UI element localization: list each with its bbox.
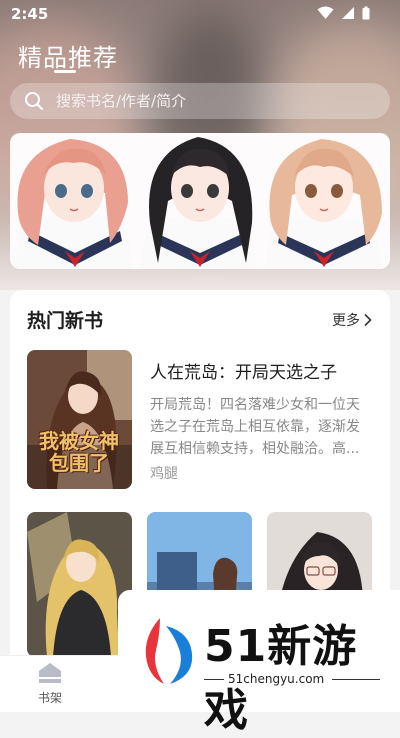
featured-book-cover[interactable]: 我被女神包围了: [27, 350, 132, 489]
watermark-divider: [332, 679, 380, 680]
chevron-right-icon: [364, 313, 372, 327]
featured-cover-title: 我被女神包围了: [39, 429, 119, 475]
title-underline: [54, 70, 76, 73]
banner-girl-black: [140, 137, 256, 269]
featured-book-description: 开局荒岛！四名落难少女和一位天选之子在荒岛上相互依靠，逐渐发展互相信赖支持，相处…: [150, 397, 360, 457]
search-input[interactable]: [56, 83, 376, 119]
site-watermark: 51新游戏 51chengyu.com: [118, 590, 400, 736]
more-label: 更多: [332, 313, 360, 329]
search-bar[interactable]: [10, 83, 390, 119]
nav-label: 书架: [37, 691, 62, 705]
banner-girl-pink: [14, 139, 132, 269]
bookshelf-icon: [39, 663, 61, 683]
status-bar: 2:45: [0, 0, 400, 30]
featured-banner[interactable]: [10, 133, 390, 269]
watermark-logo: [145, 618, 193, 684]
battery-icon: [362, 6, 370, 20]
signal-icon: [342, 7, 354, 19]
section-title: 热门新书: [27, 310, 104, 332]
featured-book-title[interactable]: 人在荒岛：开局天选之子: [150, 358, 337, 383]
status-icons: [317, 6, 370, 20]
banner-girl-brown: [264, 139, 382, 269]
page-title: 精品推荐: [18, 44, 118, 72]
status-time: 2:45: [11, 5, 49, 23]
more-button[interactable]: 更多: [332, 310, 372, 330]
search-icon: [25, 92, 44, 111]
watermark-url: 51chengyu.com: [228, 672, 325, 686]
nav-item-bookshelf[interactable]: 书架: [20, 662, 80, 706]
wifi-icon: [317, 6, 334, 19]
banner-illustration: [14, 137, 382, 269]
book-cover[interactable]: [27, 512, 132, 657]
watermark-divider: [204, 679, 224, 680]
featured-book-author: 鸡腿: [150, 466, 178, 482]
